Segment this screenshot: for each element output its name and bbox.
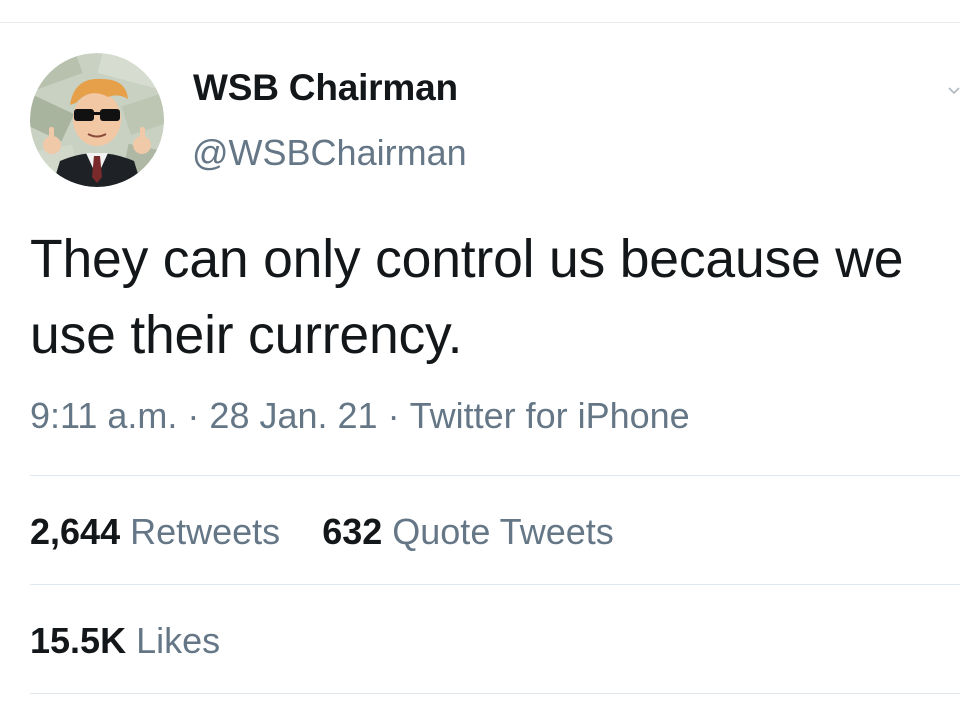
meta-separator: · [187, 395, 200, 436]
retweets-stat[interactable]: 2,644 Retweets [30, 511, 280, 553]
divider [30, 475, 960, 476]
likes-stat[interactable]: 15.5K Likes [30, 620, 220, 662]
tweet-source[interactable]: Twitter for iPhone [410, 395, 690, 436]
wsb-chairman-avatar-icon [30, 53, 164, 187]
quote-tweets-count: 632 [322, 511, 383, 552]
likes-stats-row: 15.5K Likes [30, 620, 252, 662]
avatar[interactable] [30, 53, 164, 187]
divider [30, 693, 960, 694]
tweet-text: They can only control us because we use … [30, 230, 904, 365]
display-name[interactable]: WSB Chairman [193, 67, 458, 109]
tweet-metadata: 9:11 a.m. · 28 Jan. 21 · Twitter for iPhone [30, 395, 690, 437]
chevron-down-icon[interactable] [948, 84, 960, 96]
meta-separator: · [387, 395, 400, 436]
quote-tweets-stat[interactable]: 632 Quote Tweets [322, 511, 614, 553]
likes-label: Likes [136, 620, 221, 661]
tweet-date[interactable]: 28 Jan. 21 [209, 395, 377, 436]
tweet-time[interactable]: 9:11 a.m. [30, 395, 177, 436]
engagement-stats-row: 2,644 Retweets 632 Quote Tweets [30, 511, 646, 553]
quote-tweets-label: Quote Tweets [392, 511, 614, 552]
likes-count: 15.5K [30, 620, 127, 661]
user-handle[interactable]: @WSBChairman [192, 132, 467, 174]
retweets-count: 2,644 [30, 511, 121, 552]
divider [30, 584, 960, 585]
retweets-label: Retweets [130, 511, 281, 552]
top-divider [0, 22, 960, 23]
